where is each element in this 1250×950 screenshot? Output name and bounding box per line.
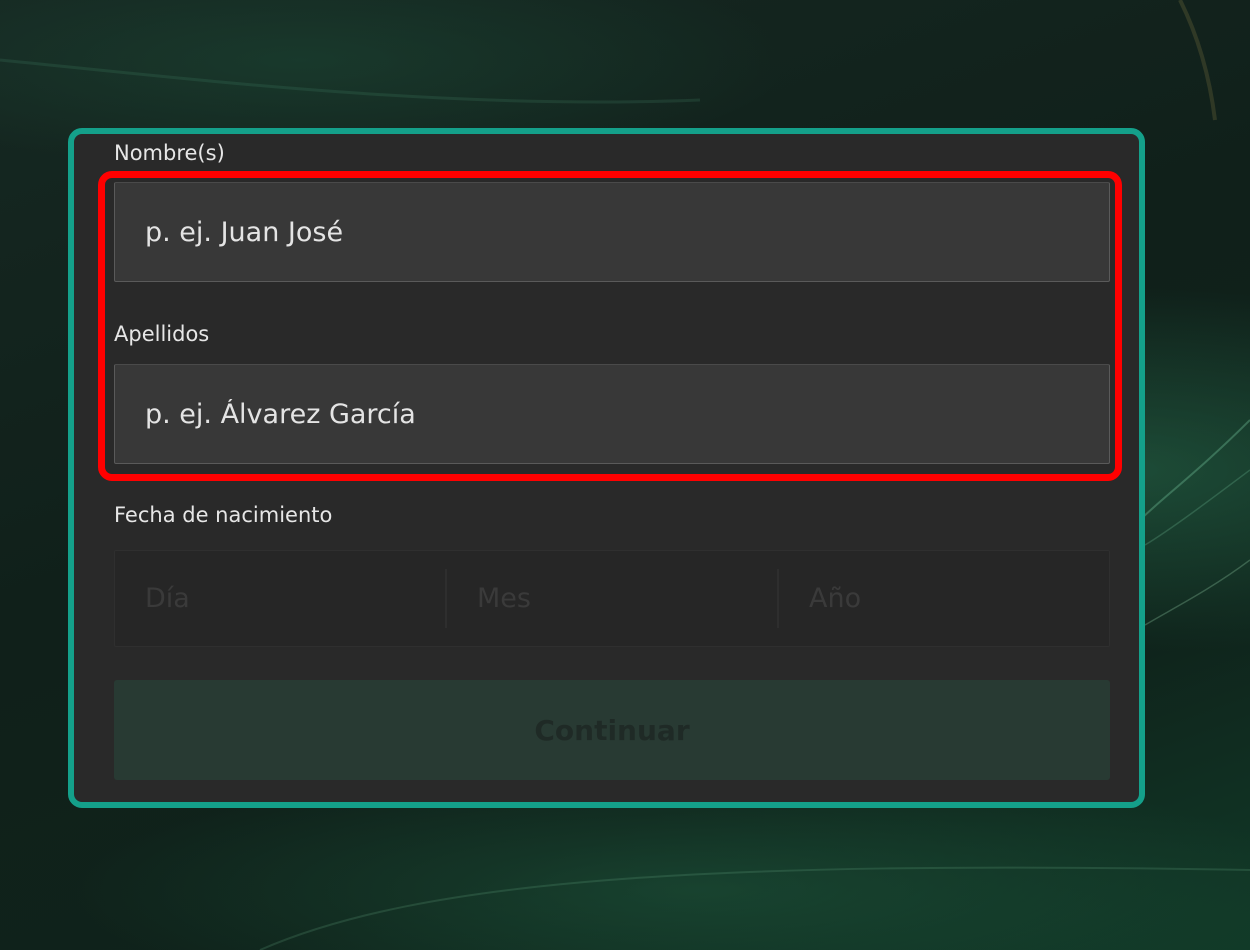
birth-month-input[interactable]: Mes (447, 569, 779, 628)
first-name-input[interactable] (114, 182, 1110, 282)
birth-day-input[interactable]: Día (115, 569, 447, 628)
registration-form-card: Nombre(s) Apellidos Fecha de nacimiento … (68, 128, 1145, 808)
birth-month-placeholder: Mes (477, 583, 531, 614)
birth-date-input-group: Día Mes Año (114, 550, 1110, 647)
birth-date-label: Fecha de nacimiento (114, 503, 333, 527)
birth-year-input[interactable]: Año (779, 569, 1109, 628)
last-name-input[interactable] (114, 364, 1110, 464)
birth-day-placeholder: Día (145, 583, 190, 614)
first-name-label: Nombre(s) (114, 141, 225, 165)
birth-year-placeholder: Año (809, 583, 862, 614)
continue-button[interactable]: Continuar (114, 680, 1110, 780)
last-name-label: Apellidos (114, 322, 210, 346)
